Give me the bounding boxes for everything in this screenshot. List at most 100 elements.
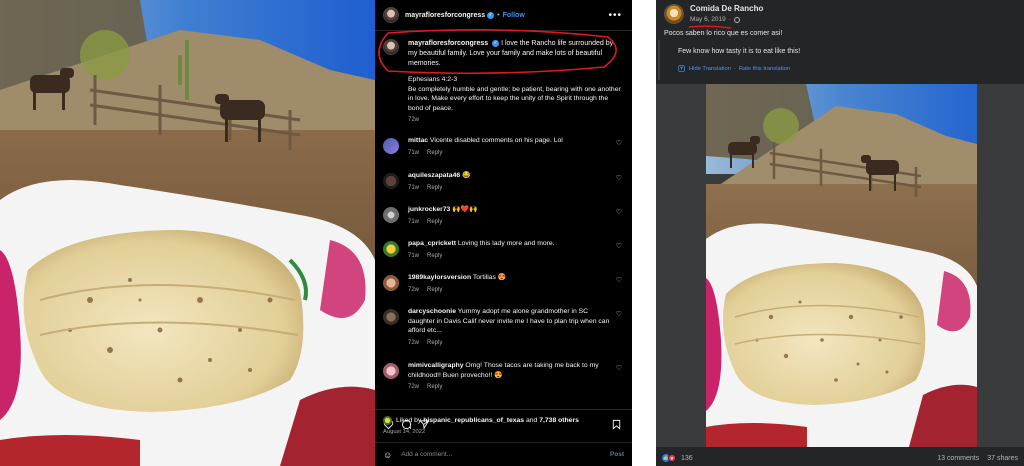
comment-username[interactable]: mittac	[408, 137, 428, 144]
comment-username[interactable]: papa_cprickett	[408, 240, 456, 247]
tortillas-photo-illustration	[0, 0, 375, 466]
liked-by-prefix: Liked by	[396, 417, 422, 424]
comment-age[interactable]: 71w	[408, 253, 419, 259]
post-header: mayrafloresforcongress ✓ • Follow •••	[375, 0, 632, 31]
comment-avatar[interactable]	[383, 241, 399, 257]
caption-username[interactable]: mayrafloresforcongress	[408, 40, 488, 47]
instagram-post-panel: mayrafloresforcongress ✓ • Follow ••• ma…	[375, 0, 632, 466]
comment-age[interactable]: 72w	[408, 384, 419, 390]
facebook-post-photo[interactable]	[706, 84, 977, 447]
reply-button[interactable]: Reply	[427, 219, 442, 225]
love-reaction-icon[interactable]: ♥	[668, 454, 676, 462]
separator-dot: •	[497, 11, 500, 19]
shares-count[interactable]: 37 shares	[987, 455, 1018, 462]
post-timestamp: May 6, 2019 ·	[690, 16, 763, 23]
hide-translation-link[interactable]: Hide Translation	[689, 66, 731, 72]
like-comment-heart-icon[interactable]: ♡	[616, 242, 622, 250]
like-comment-heart-icon[interactable]: ♡	[616, 276, 622, 284]
emoji-picker-icon[interactable]: ☺	[383, 450, 392, 460]
translation-links: Hide Translation · Rate this translation	[678, 65, 790, 72]
comment-username[interactable]: junkrocker73	[408, 206, 450, 213]
comment-avatar[interactable]	[383, 173, 399, 189]
liked-by-and: and	[525, 417, 538, 424]
translate-icon	[678, 65, 685, 72]
reply-button[interactable]: Reply	[427, 287, 442, 293]
comment-age[interactable]: 71w	[408, 219, 419, 225]
reaction-count[interactable]: 136	[681, 455, 693, 462]
date-underline-annotation	[688, 25, 732, 29]
verified-badge-icon: ✓	[487, 11, 495, 19]
add-comment-bar: ☺ Add a comment... Post	[375, 442, 632, 466]
comment-age[interactable]: 71w	[408, 150, 419, 156]
reply-button[interactable]: Reply	[427, 253, 442, 259]
comment-item: mittac Vicente disabled comments on his …	[383, 136, 628, 158]
comment-item: papa_cprickett Loving this lady more and…	[383, 239, 628, 261]
comment-avatar[interactable]	[383, 207, 399, 223]
add-comment-input[interactable]: Add a comment...	[401, 451, 610, 458]
comment-text: 🙌❤️🙌	[452, 206, 478, 213]
comment-age[interactable]: 72w	[408, 287, 419, 293]
like-comment-heart-icon[interactable]: ♡	[616, 364, 622, 372]
comment-text: 😂	[462, 172, 471, 179]
date-separator: ·	[728, 16, 731, 23]
comment-text: Loving this lady more and more.	[457, 240, 555, 247]
reply-button[interactable]: Reply	[427, 384, 442, 390]
rate-translation-link[interactable]: Rate this translation	[739, 66, 790, 72]
page-name[interactable]: Comida De Rancho	[690, 4, 763, 13]
comment-text: Tortillas 😍	[472, 274, 507, 281]
comparison-screenshot: mayrafloresforcongress ✓ • Follow ••• ma…	[0, 0, 1024, 466]
tortillas-photo-illustration	[706, 84, 977, 447]
post-comment-button[interactable]: Post	[610, 451, 624, 458]
author-username[interactable]: mayrafloresforcongress	[405, 12, 485, 19]
comment-item: 1989kaylorsversion Tortillas 😍 72w Reply …	[383, 273, 628, 295]
translation-text: Few know how tasty it is to eat like thi…	[678, 48, 801, 55]
more-options-icon[interactable]: •••	[608, 10, 622, 21]
comment-avatar[interactable]	[383, 363, 399, 379]
comment-avatar[interactable]	[383, 275, 399, 291]
scripture-reference: Ephesians 4:2-3	[408, 76, 458, 83]
comment-age[interactable]: 72w	[408, 340, 419, 346]
comment-username[interactable]: darcyschoonie	[408, 308, 456, 315]
comment-text: Vicente disabled comments on his page. L…	[429, 137, 563, 144]
reply-button[interactable]: Reply	[427, 150, 442, 156]
comment-username[interactable]: mimivcalligraphy	[408, 362, 464, 369]
save-bookmark-icon[interactable]	[611, 419, 622, 430]
author-avatar[interactable]	[383, 7, 399, 23]
comment-avatar[interactable]	[383, 138, 399, 154]
post-date[interactable]: May 6, 2019	[690, 16, 726, 23]
caption-verified-icon: ✓	[492, 39, 500, 47]
post-text: Pocos saben lo rico que es comer asi!	[664, 30, 783, 37]
comment-item: darcyschoonie Yummy adopt me alone grand…	[383, 307, 628, 348]
liked-by-count[interactable]: 7,738 others	[539, 417, 579, 424]
fb-post-header: Comida De Rancho May 6, 2019 ·	[664, 4, 763, 24]
liker-avatar[interactable]	[383, 416, 392, 425]
caption-scripture: Ephesians 4:2-3 Be completely humble and…	[408, 75, 623, 126]
like-comment-heart-icon[interactable]: ♡	[616, 310, 622, 318]
scripture-text: Be completely humble and gentle; be pati…	[408, 85, 621, 112]
follow-button[interactable]: Follow	[503, 12, 525, 19]
link-separator: ·	[733, 65, 736, 72]
translation-block: Few know how tasty it is to eat like thi…	[658, 40, 1022, 80]
post-caption: mayrafloresforcongress ✓ I love the Ranc…	[383, 39, 623, 126]
comment-item: mimivcalligraphy Omg! Those tacos are ta…	[383, 361, 628, 393]
reactions-bar: 👍 ♥ 136 13 comments 37 shares	[656, 450, 1024, 466]
post-date[interactable]: August 14, 2022	[383, 429, 425, 435]
comment-avatar[interactable]	[383, 309, 399, 325]
liked-by-user[interactable]: hispanic_republicans_of_texas	[423, 417, 524, 424]
globe-icon	[733, 16, 740, 23]
page-avatar[interactable]	[664, 4, 684, 24]
comments-scroll-area[interactable]: mayrafloresforcongress ✓ I love the Ranc…	[375, 31, 632, 409]
caption-avatar[interactable]	[383, 39, 399, 55]
reply-button[interactable]: Reply	[427, 340, 442, 346]
comment-item: aquileszapata46 😂 71w Reply ♡	[383, 171, 628, 193]
caption-age[interactable]: 72w	[408, 116, 623, 126]
comment-username[interactable]: aquileszapata46	[408, 172, 460, 179]
reply-button[interactable]: Reply	[427, 185, 442, 191]
like-comment-heart-icon[interactable]: ♡	[616, 174, 622, 182]
comment-age[interactable]: 71w	[408, 185, 419, 191]
like-comment-heart-icon[interactable]: ♡	[616, 139, 622, 147]
comments-count[interactable]: 13 comments	[937, 455, 979, 462]
like-comment-heart-icon[interactable]: ♡	[616, 208, 622, 216]
comment-username[interactable]: 1989kaylorsversion	[408, 274, 471, 281]
caption-text-block: mayrafloresforcongress ✓ I love the Ranc…	[408, 39, 621, 69]
